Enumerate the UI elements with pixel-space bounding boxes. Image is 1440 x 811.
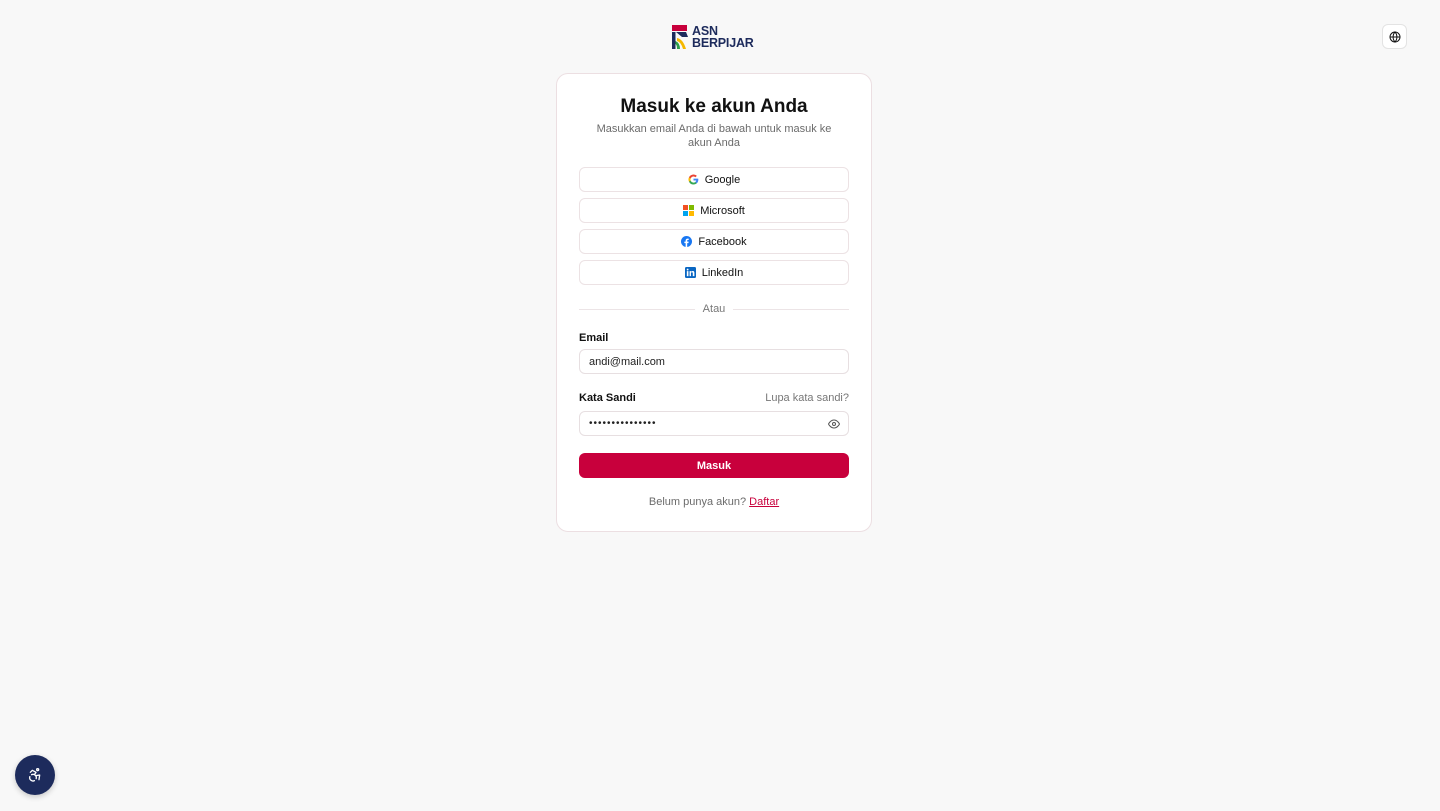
facebook-login-label: Facebook [698,235,747,248]
linkedin-login-label: LinkedIn [701,266,744,279]
microsoft-login-label: Microsoft [700,204,745,217]
language-button[interactable] [1382,24,1407,49]
or-divider: Atau [579,303,849,317]
linkedin-login-button[interactable]: LinkedIn [579,260,849,285]
divider-text: Atau [702,303,726,315]
signup-prompt: Belum punya akun? Daftar [557,496,871,508]
accessibility-button[interactable] [15,755,55,795]
submit-button[interactable]: Masuk [579,453,849,478]
accessibility-icon [29,768,41,782]
page-title: Masuk ke akun Anda [620,96,808,117]
show-password-icon[interactable] [828,419,840,429]
brand-logo: ASN BERPIJAR [672,23,758,51]
password-field[interactable]: ••••••••••••••• [579,411,849,436]
password-label: Kata Sandi [579,392,636,404]
signup-link[interactable]: Daftar [749,496,779,508]
brand-logo-text: ASN BERPIJAR [692,25,754,50]
microsoft-login-button[interactable]: Microsoft [579,198,849,223]
password-value: ••••••••••••••• [589,418,657,429]
email-field[interactable]: andi@mail.com [579,349,849,374]
google-icon [688,174,699,185]
facebook-login-button[interactable]: Facebook [579,229,849,254]
microsoft-icon [683,205,695,216]
email-label: Email [579,332,609,344]
google-login-button[interactable]: Google [579,167,849,192]
page-subtitle: Masukkan email Anda di bawah untuk masuk… [596,123,832,149]
google-login-label: Google [704,173,741,186]
brand-line-2: BERPIJAR [692,36,754,50]
forgot-password-link[interactable]: Lupa kata sandi? [765,392,849,404]
linkedin-icon [684,267,696,278]
email-value: andi@mail.com [589,355,665,368]
brand-logo-mark [672,25,688,49]
facebook-icon [681,236,693,247]
signup-prompt-text: Belum punya akun? [648,496,747,508]
login-card: Masuk ke akun Anda Masukkan email Anda d… [556,73,872,532]
globe-icon [1389,30,1400,43]
